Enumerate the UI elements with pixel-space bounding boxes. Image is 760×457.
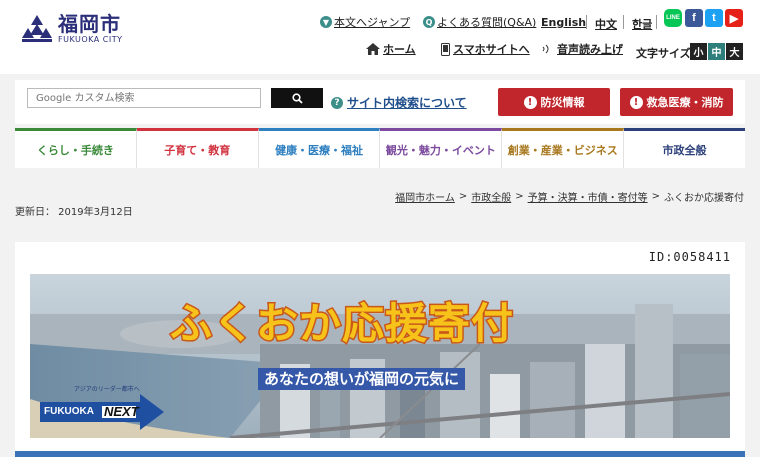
breadcrumb: 福岡市ホーム > 市政全般 > 予算・決算・市債・寄付等 > ふくおか応援寄付: [395, 189, 744, 204]
smartphone-link-text[interactable]: スマホサイトへ: [453, 41, 530, 57]
skip-link-text[interactable]: 本文へジャンプ: [334, 14, 410, 30]
fukuoka-next-logo: アジアのリーダー都市へ FUKUOKA NEXT: [40, 384, 164, 432]
breadcrumb-separator: >: [651, 191, 660, 202]
nav-item-tourism[interactable]: 観光・魅力・イベント: [380, 128, 503, 168]
breadcrumb-separator: >: [515, 191, 524, 202]
home-icon: [366, 43, 380, 55]
search-icon: [291, 92, 303, 104]
section-bar: [15, 451, 745, 457]
smartphone-icon: [441, 42, 450, 56]
search-help-text[interactable]: サイト内検索について: [347, 94, 467, 111]
faq-link[interactable]: Q よくある質問(Q&A): [423, 14, 536, 30]
fukuoka-city-emblem-icon: [22, 15, 52, 42]
font-size-large-button[interactable]: 大: [726, 43, 743, 60]
hero-banner: ふくおか応援寄付 あなたの想いが福岡の元気に アジアのリーダー都市へ FUKUO…: [30, 274, 730, 438]
breadcrumb-current: ふくおか応援寄付: [664, 193, 744, 204]
nav-item-city-admin[interactable]: 市政全般: [624, 128, 745, 168]
logo-subtitle: FUKUOKA CITY: [58, 35, 123, 44]
nav-item-business[interactable]: 創業・産業・ビジネス: [502, 128, 625, 168]
chevron-down-icon: ▼: [320, 16, 332, 28]
breadcrumb-link[interactable]: 福岡市ホーム: [395, 189, 455, 204]
faq-link-text[interactable]: よくある質問(Q&A): [437, 14, 536, 30]
q-icon: Q: [423, 16, 435, 28]
lang-chinese-link[interactable]: 中文: [595, 18, 617, 31]
youtube-icon[interactable]: ▶: [725, 9, 743, 27]
sound-wave-icon: [542, 44, 549, 54]
read-aloud-link-text[interactable]: 音声読み上げ: [557, 41, 623, 57]
line-icon[interactable]: LINE: [664, 9, 682, 27]
search-input[interactable]: [27, 88, 261, 108]
font-size-small-button[interactable]: 小: [690, 43, 707, 60]
home-link[interactable]: ホーム: [366, 41, 416, 57]
banner-subtitle: あなたの想いが福岡の元気に: [258, 368, 466, 390]
global-nav: くらし・手続き 子育て・教育 健康・医療・福祉 観光・魅力・イベント 創業・産業…: [15, 128, 745, 168]
disaster-info-button[interactable]: ! 防災情報: [498, 88, 610, 116]
divider: [623, 15, 624, 29]
read-aloud-link[interactable]: 音声読み上げ: [541, 41, 623, 57]
alert-icon: !: [629, 95, 643, 109]
breadcrumb-link[interactable]: 予算・決算・市債・寄付等: [528, 189, 648, 204]
search-area: ? サイト内検索について ! 防災情報 ! 救急医療・消防: [15, 80, 745, 124]
logo-title: 福岡市: [58, 12, 121, 36]
updated-date: 更新日： 2019年3月12日: [15, 207, 133, 218]
twitter-icon[interactable]: t: [705, 9, 723, 27]
question-icon: ?: [331, 96, 343, 109]
main-content: ID:0058411 ふくおか応援寄付 あなたの想いが福岡の元気に アジアのリー…: [15, 242, 745, 457]
disaster-info-label: 防災情報: [540, 96, 585, 109]
lang-english-link[interactable]: English: [541, 16, 586, 29]
breadcrumb-link[interactable]: 市政全般: [471, 189, 511, 204]
font-size-label: 文字サイズ: [636, 47, 691, 60]
page-id: ID:0058411: [648, 250, 731, 264]
divider: [656, 15, 657, 29]
smartphone-link[interactable]: スマホサイトへ: [441, 41, 530, 57]
nav-item-childcare[interactable]: 子育て・教育: [136, 128, 259, 168]
home-link-text[interactable]: ホーム: [383, 41, 416, 57]
nav-item-health[interactable]: 健康・医療・福祉: [258, 128, 381, 168]
lang-korean-link[interactable]: 한글: [632, 18, 652, 31]
search-help-link[interactable]: ? サイト内検索について: [331, 94, 467, 111]
search-button[interactable]: [271, 88, 323, 108]
badge-next: NEXT: [104, 404, 139, 419]
divider: [586, 15, 587, 29]
site-header: 福岡市 FUKUOKA CITY ▼ 本文へジャンプ Q よくある質問(Q&A)…: [0, 0, 760, 74]
emergency-medical-label: 救急医療・消防: [646, 96, 724, 109]
alert-icon: !: [523, 95, 537, 109]
banner-title: ふくおか応援寄付: [168, 298, 515, 350]
skip-to-content-link[interactable]: ▼ 本文へジャンプ: [320, 14, 410, 30]
facebook-icon[interactable]: f: [685, 9, 703, 27]
breadcrumb-separator: >: [458, 191, 468, 202]
font-size-medium-button[interactable]: 中: [708, 43, 725, 60]
emergency-medical-button[interactable]: ! 救急医療・消防: [620, 88, 733, 116]
site-logo[interactable]: 福岡市 FUKUOKA CITY: [20, 14, 122, 44]
badge-fukuoka: FUKUOKA: [44, 406, 94, 417]
nav-item-living[interactable]: くらし・手続き: [15, 128, 137, 168]
